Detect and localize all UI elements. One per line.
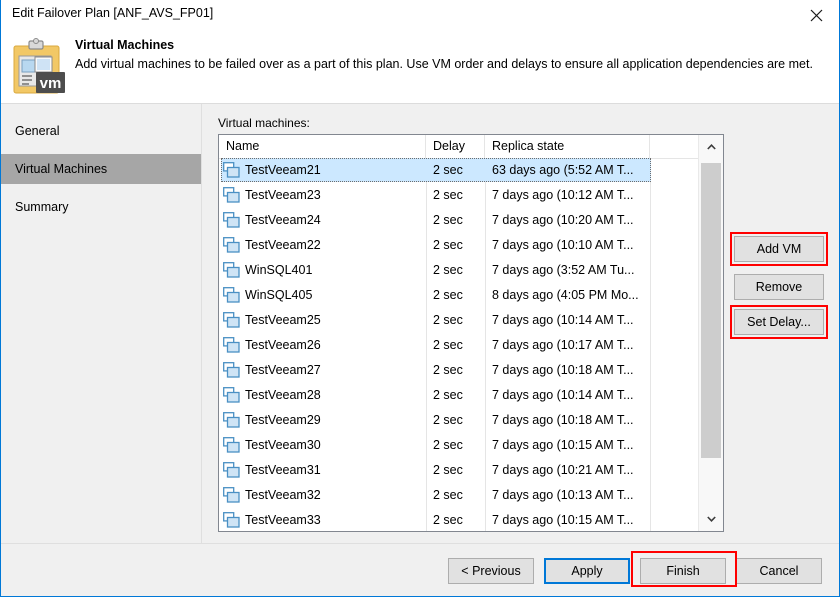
cancel-button[interactable]: Cancel (736, 558, 822, 584)
clipboard-vm-icon: vm (11, 38, 68, 96)
cell-name: TestVeeam30 (245, 438, 321, 452)
scroll-up-button[interactable] (699, 135, 723, 159)
sidebar-item-general[interactable]: General (1, 116, 201, 146)
table-row[interactable]: TestVeeam31 2 sec 7 days ago (10:21 AM T..… (219, 458, 698, 483)
cell-delay: 2 sec (433, 413, 463, 427)
cell-replica-state: 7 days ago (10:17 AM T... (492, 338, 634, 352)
cell-replica-state: 63 days ago (5:52 AM T... (492, 163, 634, 177)
cell-replica-state: 7 days ago (10:18 AM T... (492, 413, 634, 427)
close-icon (810, 9, 822, 21)
dialog-footer: < Previous Apply Finish Cancel (1, 543, 839, 596)
remove-button[interactable]: Remove (734, 274, 824, 300)
header-title: Virtual Machines (75, 38, 175, 52)
table-row[interactable]: TestVeeam32 2 sec 7 days ago (10:13 AM T..… (219, 483, 698, 508)
add-vm-button[interactable]: Add VM (734, 236, 824, 262)
sidebar-item-summary[interactable]: Summary (1, 192, 201, 222)
cell-replica-state: 7 days ago (10:21 AM T... (492, 463, 634, 477)
header-description: Add virtual machines to be failed over a… (75, 57, 813, 71)
cell-replica-state: 7 days ago (10:14 AM T... (492, 388, 634, 402)
table-row[interactable]: TestVeeam24 2 sec 7 days ago (10:20 AM T..… (219, 208, 698, 233)
cell-delay: 2 sec (433, 238, 463, 252)
cell-delay: 2 sec (433, 163, 463, 177)
table-row[interactable]: TestVeeam29 2 sec 7 days ago (10:18 AM T..… (219, 408, 698, 433)
list-column-headers: Name Delay Replica state (219, 135, 723, 159)
cell-delay: 2 sec (433, 213, 463, 227)
cell-name: TestVeeam32 (245, 488, 321, 502)
cell-delay: 2 sec (433, 513, 463, 527)
table-row[interactable]: TestVeeam21 2 sec 63 days ago (5:52 AM T..… (219, 158, 698, 183)
cell-delay: 2 sec (433, 363, 463, 377)
chevron-down-icon (706, 516, 716, 522)
virtual-machines-label: Virtual machines: (218, 116, 310, 130)
cell-replica-state: 8 days ago (4:05 PM Mo... (492, 288, 639, 302)
wizard-sidebar: General Virtual Machines Summary (1, 104, 202, 544)
cell-replica-state: 7 days ago (10:18 AM T... (492, 363, 634, 377)
cell-delay: 2 sec (433, 188, 463, 202)
table-row[interactable]: TestVeeam27 2 sec 7 days ago (10:18 AM T..… (219, 358, 698, 383)
cell-name: TestVeeam21 (245, 163, 321, 177)
cell-delay: 2 sec (433, 338, 463, 352)
cell-name: TestVeeam27 (245, 363, 321, 377)
cell-replica-state: 7 days ago (10:10 AM T... (492, 238, 634, 252)
close-button[interactable] (793, 0, 839, 30)
table-row[interactable]: TestVeeam22 2 sec 7 days ago (10:10 AM T..… (219, 233, 698, 258)
table-row[interactable]: WinSQL405 2 sec 8 days ago (4:05 PM Mo... (219, 283, 698, 308)
cell-replica-state: 7 days ago (10:15 AM T... (492, 438, 634, 452)
column-header-replica-state[interactable]: Replica state (485, 135, 650, 158)
window-title: Edit Failover Plan [ANF_AVS_FP01] (12, 6, 214, 20)
dialog-header: vm Virtual Machines Add virtual machines… (1, 30, 839, 103)
chevron-up-icon (706, 144, 716, 150)
cell-replica-state: 7 days ago (3:52 AM Tu... (492, 263, 635, 277)
cell-name: TestVeeam31 (245, 463, 321, 477)
previous-button[interactable]: < Previous (448, 558, 534, 584)
cell-delay: 2 sec (433, 288, 463, 302)
sidebar-item-virtual-machines[interactable]: Virtual Machines (1, 154, 201, 184)
finish-button[interactable]: Finish (640, 558, 726, 584)
dialog-body: General Virtual Machines Summary Virtual… (1, 103, 839, 596)
scrollbar-thumb[interactable] (701, 163, 721, 458)
cell-name: TestVeeam25 (245, 313, 321, 327)
table-row[interactable]: TestVeeam26 2 sec 7 days ago (10:17 AM T..… (219, 333, 698, 358)
list-rows-container: TestVeeam21 2 sec 63 days ago (5:52 AM T..… (219, 158, 698, 531)
cell-replica-state: 7 days ago (10:20 AM T... (492, 213, 634, 227)
cell-delay: 2 sec (433, 463, 463, 477)
scroll-down-button[interactable] (699, 507, 723, 531)
table-row[interactable]: TestVeeam28 2 sec 7 days ago (10:14 AM T..… (219, 383, 698, 408)
cell-delay: 2 sec (433, 263, 463, 277)
column-header-delay[interactable]: Delay (426, 135, 485, 158)
set-delay-button[interactable]: Set Delay... (734, 309, 824, 335)
cell-name: TestVeeam24 (245, 213, 321, 227)
cell-delay: 2 sec (433, 313, 463, 327)
virtual-machines-list[interactable]: Name Delay Replica state TestVeeam21 2 se… (218, 134, 724, 532)
table-row[interactable]: WinSQL401 2 sec 7 days ago (3:52 AM Tu... (219, 258, 698, 283)
cell-name: WinSQL405 (245, 288, 313, 302)
title-bar: Edit Failover Plan [ANF_AVS_FP01] (1, 0, 839, 30)
table-row[interactable]: TestVeeam30 2 sec 7 days ago (10:15 AM T..… (219, 433, 698, 458)
table-row[interactable]: TestVeeam25 2 sec 7 days ago (10:14 AM T..… (219, 308, 698, 333)
cell-name: TestVeeam26 (245, 338, 321, 352)
cell-replica-state: 7 days ago (10:14 AM T... (492, 313, 634, 327)
table-row[interactable]: TestVeeam33 2 sec 7 days ago (10:15 AM T..… (219, 508, 698, 531)
table-row[interactable]: TestVeeam23 2 sec 7 days ago (10:12 AM T..… (219, 183, 698, 208)
sidebar-item-label: General (15, 124, 60, 138)
cell-delay: 2 sec (433, 488, 463, 502)
cell-name: TestVeeam22 (245, 238, 321, 252)
list-scrollbar[interactable] (698, 135, 723, 531)
cell-replica-state: 7 days ago (10:15 AM T... (492, 513, 634, 527)
cell-replica-state: 7 days ago (10:12 AM T... (492, 188, 634, 202)
cell-name: WinSQL401 (245, 263, 313, 277)
sidebar-item-label: Summary (15, 200, 69, 214)
cell-delay: 2 sec (433, 438, 463, 452)
column-header-name[interactable]: Name (219, 135, 426, 158)
sidebar-item-label: Virtual Machines (15, 162, 108, 176)
apply-button[interactable]: Apply (544, 558, 630, 584)
svg-text:vm: vm (40, 75, 62, 92)
cell-name: TestVeeam23 (245, 188, 321, 202)
cell-name: TestVeeam28 (245, 388, 321, 402)
cell-name: TestVeeam33 (245, 513, 321, 527)
cell-replica-state: 7 days ago (10:13 AM T... (492, 488, 634, 502)
cell-delay: 2 sec (433, 388, 463, 402)
edit-failover-plan-dialog: Edit Failover Plan [ANF_AVS_FP01] vm Vir… (0, 0, 840, 597)
cell-name: TestVeeam29 (245, 413, 321, 427)
